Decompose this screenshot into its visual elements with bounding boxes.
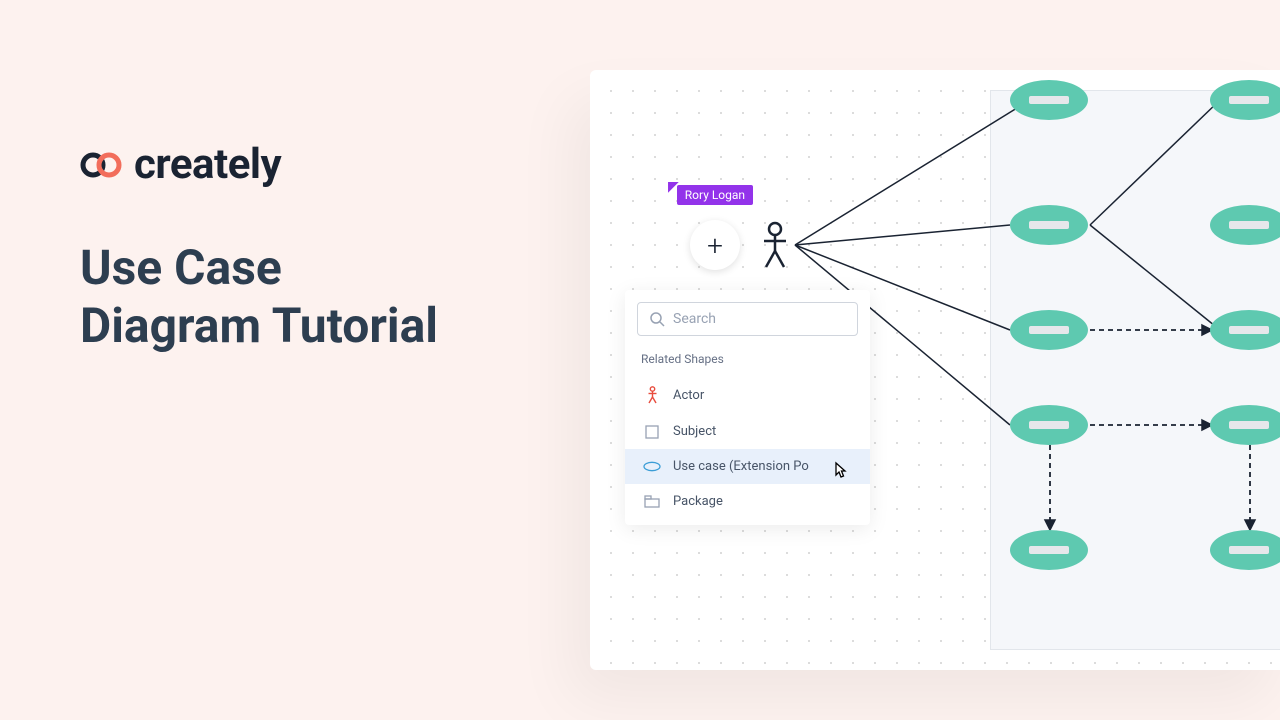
usecase-icon [643,461,661,472]
search-input[interactable]: Search [637,302,858,336]
usecase-node[interactable] [1210,80,1280,120]
quick-add-row: + [690,220,790,270]
pointer-cursor-icon [830,461,850,488]
usecase-node[interactable] [1010,405,1088,445]
search-icon [650,312,665,327]
logo-icon [80,151,124,179]
shapes-panel: Search Related Shapes Actor Subject Use … [625,290,870,525]
usecase-node[interactable] [1210,205,1280,245]
app-window: ◤ Rory Logan + Search Related Shapes Act [590,70,1280,670]
collaborator-cursor: ◤ Rory Logan [668,185,753,205]
usecase-node[interactable] [1010,310,1088,350]
usecase-node[interactable] [1010,80,1088,120]
collaborator-name: Rory Logan [677,185,753,205]
shape-item-usecase[interactable]: Use case (Extension Po [625,449,870,484]
logo: creately [80,140,438,189]
shape-label: Package [673,494,723,509]
usecase-node[interactable] [1010,530,1088,570]
subject-icon [643,425,661,439]
shape-item-package[interactable]: Package [625,484,870,519]
panel-header: Related Shapes [625,348,870,376]
page-title: Use Case Diagram Tutorial [80,239,438,354]
search-placeholder: Search [673,311,716,327]
actor-icon [643,386,661,404]
shape-label: Actor [673,388,704,403]
add-shape-button[interactable]: + [690,220,740,270]
usecase-node[interactable] [1210,405,1280,445]
hero-content: creately Use Case Diagram Tutorial [80,140,438,354]
shape-item-actor[interactable]: Actor [625,376,870,414]
actor-icon[interactable] [760,221,790,269]
shape-label: Subject [673,424,716,439]
shape-item-subject[interactable]: Subject [625,414,870,449]
package-icon [643,495,661,508]
shape-label: Use case (Extension Po [673,459,809,474]
usecase-node[interactable] [1010,205,1088,245]
usecase-node[interactable] [1210,310,1280,350]
logo-text: creately [134,140,281,189]
usecase-node[interactable] [1210,530,1280,570]
